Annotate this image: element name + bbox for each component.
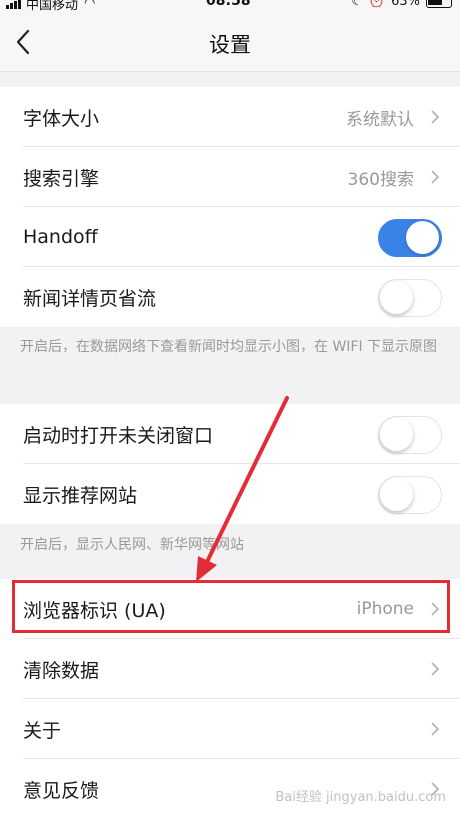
restore-windows-label: 启动时打开未关闭窗口 <box>23 424 214 447</box>
settings-group-display: 字体大小 系统默认 搜索引擎 360搜索 Handoff 新闻详情页省流 <box>0 87 460 327</box>
handoff-row: Handoff <box>0 207 460 267</box>
clear-data-row[interactable]: 清除数据 <box>0 639 460 699</box>
battery-percent: 63% <box>391 0 420 9</box>
status-right: ☾ ⏰ 63% <box>351 0 452 9</box>
moon-icon: ☾ <box>351 0 363 9</box>
ua-label: 浏览器标识 (UA) <box>23 599 166 622</box>
toggle-knob <box>380 418 413 451</box>
toggle-knob <box>406 221 439 254</box>
ua-row[interactable]: 浏览器标识 (UA) iPhone <box>0 579 460 639</box>
recommended-sites-row: 显示推荐网站 <box>0 464 460 524</box>
toggle-knob <box>380 281 413 314</box>
battery-icon <box>426 0 452 8</box>
settings-group-misc: 浏览器标识 (UA) iPhone 清除数据 关于 意见反馈 <box>0 579 460 819</box>
handoff-toggle[interactable] <box>378 219 442 257</box>
chevron-right-icon <box>431 662 440 676</box>
font-size-label: 字体大小 <box>23 107 100 130</box>
search-engine-value: 360搜索 <box>347 169 414 190</box>
wifi-icon: ◠ <box>84 0 96 11</box>
feedback-label: 意见反馈 <box>23 779 100 802</box>
recommended-sites-label: 显示推荐网站 <box>23 484 138 507</box>
news-saver-toggle[interactable] <box>378 279 442 317</box>
search-engine-label: 搜索引擎 <box>23 167 100 190</box>
clear-data-label: 清除数据 <box>23 659 100 682</box>
chevron-right-icon <box>431 602 440 616</box>
news-saver-label: 新闻详情页省流 <box>23 287 157 310</box>
news-saver-note: 开启后，在数据网络下查看新闻时均显示小图，在 WIFI 下显示原图 <box>20 339 438 355</box>
about-label: 关于 <box>23 719 62 742</box>
nav-bar: 设置 <box>0 12 460 72</box>
watermark: Bai经验 jingyan.baidu.com <box>275 790 446 805</box>
alarm-icon: ⏰ <box>368 0 386 9</box>
status-bar: 中国移动 ◠ 08:58 ☾ ⏰ 63% <box>0 0 460 12</box>
font-size-row[interactable]: 字体大小 系统默认 <box>0 87 460 147</box>
status-time: 08:58 <box>206 0 251 9</box>
restore-windows-row: 启动时打开未关闭窗口 <box>0 404 460 464</box>
status-left: 中国移动 ◠ <box>6 0 95 12</box>
toggle-knob <box>380 478 413 511</box>
carrier-label: 中国移动 <box>26 0 79 12</box>
restore-windows-toggle[interactable] <box>378 416 442 454</box>
recommended-sites-note: 开启后，显示人民网、新华网等网站 <box>20 537 244 553</box>
page-title: 设置 <box>209 33 251 57</box>
recommended-sites-toggle[interactable] <box>378 476 442 514</box>
chevron-right-icon <box>431 170 440 184</box>
about-row[interactable]: 关于 <box>0 699 460 759</box>
handoff-label: Handoff <box>23 226 98 248</box>
signal-icon <box>6 0 21 9</box>
font-size-value: 系统默认 <box>346 109 414 130</box>
news-saver-row: 新闻详情页省流 <box>0 267 460 327</box>
chevron-right-icon <box>431 110 440 124</box>
ua-value: iPhone <box>356 599 414 619</box>
chevron-right-icon <box>431 722 440 736</box>
feedback-row[interactable]: 意见反馈 <box>0 759 460 819</box>
settings-group-startup: 启动时打开未关闭窗口 显示推荐网站 <box>0 404 460 524</box>
search-engine-row[interactable]: 搜索引擎 360搜索 <box>0 147 460 207</box>
